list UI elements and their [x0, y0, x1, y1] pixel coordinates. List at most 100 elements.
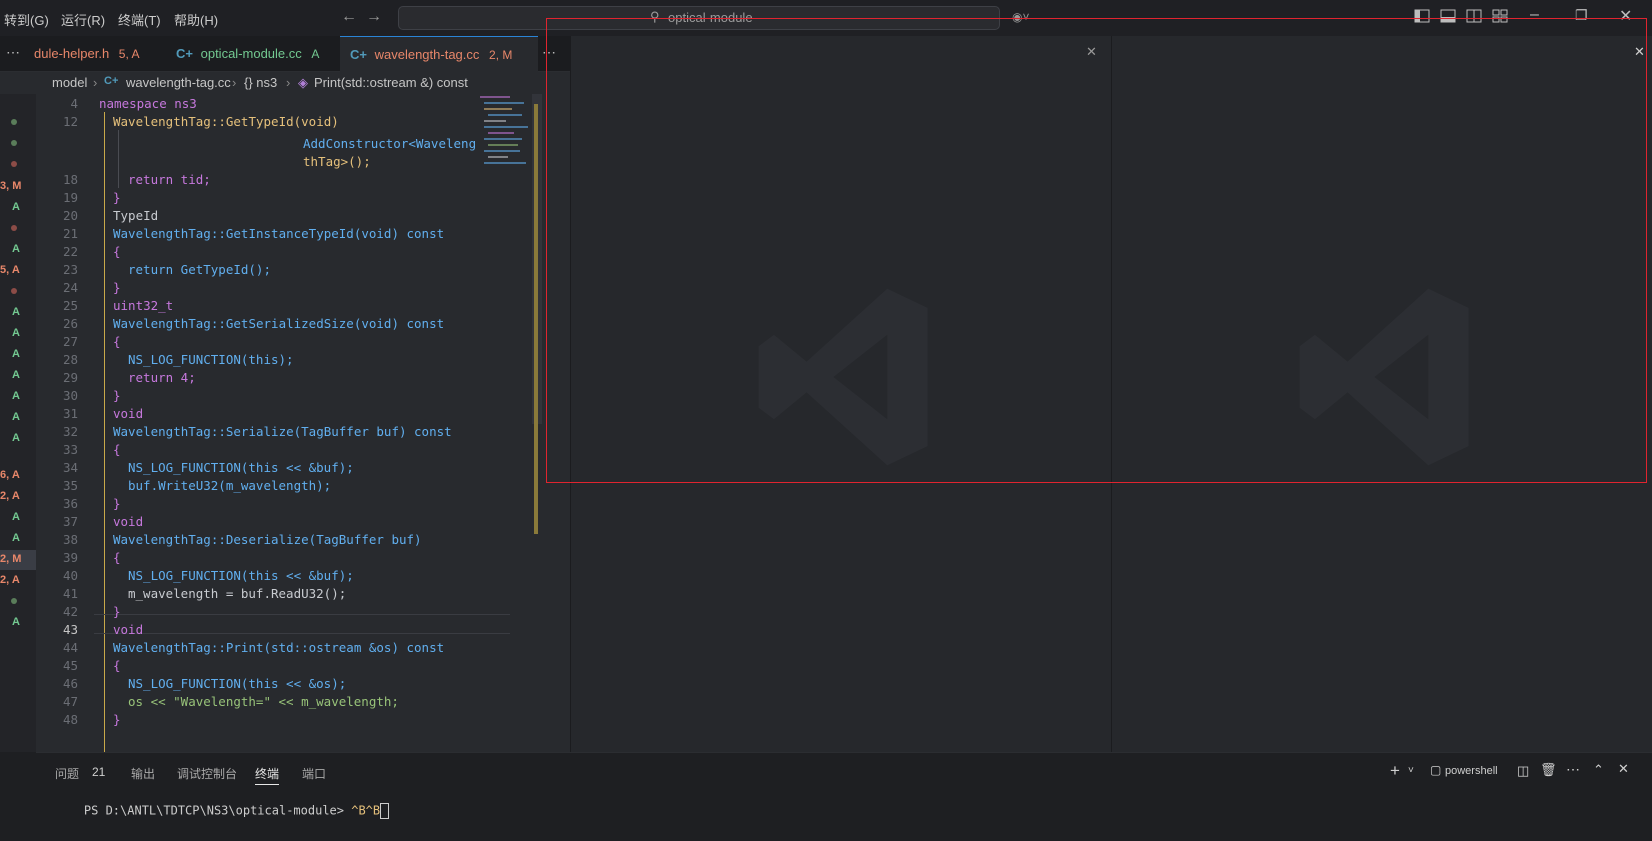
tab-wavelength-tag[interactable]: C+ wavelength-tag.cc 2, M [340, 36, 538, 72]
maximize-panel-icon[interactable]: ⌃ [1593, 762, 1604, 778]
minimize-icon[interactable]: – [1530, 6, 1539, 24]
forward-arrow-icon[interactable]: → [366, 8, 382, 26]
terminal-icon: ▢ [1430, 763, 1442, 777]
line-number: 36 [62, 496, 78, 511]
scm-mark: A [12, 616, 20, 628]
cpp-file-icon: C+ [350, 47, 367, 62]
line-number: 33 [62, 442, 78, 457]
scm-mark: A [12, 201, 20, 213]
tab-badge: A [311, 47, 320, 61]
menu-terminal[interactable]: 终端(T) [118, 10, 161, 29]
toggle-secondary-sidebar-icon[interactable] [1466, 9, 1482, 23]
line-number: 41 [62, 586, 78, 601]
tab-dule-helper[interactable]: dule-helper.h 5, A [26, 36, 166, 71]
copilot-icon[interactable]: ◉˅ [1012, 10, 1029, 24]
tab-actions-icon[interactable]: ⋯ [542, 44, 556, 61]
restore-icon[interactable]: ❐ [1575, 7, 1588, 24]
breadcrumb-symbol[interactable]: Print(std::ostream &) const [314, 75, 468, 90]
vscode-watermark-icon [1299, 288, 1469, 466]
scm-mark: 5, A [0, 264, 20, 276]
chevron-down-icon[interactable]: ˅ [1408, 765, 1414, 776]
code-editor[interactable]: 4 namespace ns3 12 WavelengthTag::GetTyp… [36, 94, 570, 752]
line-number: 38 [62, 532, 78, 547]
line-number: 40 [62, 568, 78, 583]
line-number: 24 [62, 280, 78, 295]
minimap[interactable] [476, 94, 538, 264]
terminal-shell-name[interactable]: powershell [1445, 765, 1498, 777]
more-actions-icon[interactable]: ⋯ [1566, 761, 1580, 778]
menu-run[interactable]: 运行(R) [61, 10, 105, 29]
line-number: 42 [62, 604, 78, 619]
close-panel-icon[interactable]: ✕ [1618, 761, 1629, 777]
line-number: 43 [62, 622, 78, 637]
new-terminal-icon[interactable]: + [1390, 761, 1400, 781]
editor-group-empty: ✕ [1111, 36, 1652, 752]
code-line: AddConstructor<Waveleng [303, 136, 477, 151]
toggle-panel-icon[interactable] [1440, 9, 1456, 23]
line-number: 47 [62, 694, 78, 709]
code-line: { [113, 658, 121, 673]
breadcrumb-folder[interactable]: model [52, 75, 87, 90]
chevron-right-icon: › [93, 75, 98, 90]
editor-tab-bar: ⋯ dule-helper.h 5, A C+ optical-module.c… [0, 36, 570, 72]
scm-mark: A [12, 511, 20, 523]
close-group-icon[interactable]: ✕ [1086, 44, 1097, 60]
line-number: 34 [62, 460, 78, 475]
cpp-file-icon: C+ [176, 46, 193, 61]
code-line: WavelengthTag::GetInstanceTypeId(void) c… [113, 226, 445, 241]
scm-mark: A [12, 369, 20, 381]
code-line: thTag>(); [303, 154, 371, 169]
line-number: 21 [62, 226, 78, 241]
problems-count-badge: 21 [92, 765, 106, 779]
toggle-sidebar-icon[interactable] [1414, 9, 1430, 23]
menu-goto[interactable]: 转到(G) [4, 10, 49, 29]
line-number: 28 [62, 352, 78, 367]
code-line: WavelengthTag::Deserialize(TagBuffer buf… [113, 532, 422, 547]
code-line: NS_LOG_FUNCTION(this << &os); [128, 676, 347, 691]
line-number: 20 [62, 208, 78, 223]
indent-guide [118, 130, 119, 188]
code-line: } [113, 496, 121, 511]
line-number: 48 [62, 712, 78, 727]
tab-terminal[interactable]: 终端 [255, 765, 280, 785]
more-tabs-icon[interactable]: ⋯ [6, 44, 20, 61]
line-number: 30 [62, 388, 78, 403]
code-line: return tid; [128, 172, 211, 187]
chevron-right-icon: › [286, 75, 291, 90]
code-line: namespace ns3 [99, 96, 197, 111]
tab-debug-console[interactable]: 调试控制台 [177, 765, 237, 782]
breadcrumb-file[interactable]: wavelength-tag.cc [126, 75, 231, 90]
scm-mark: A [12, 348, 20, 360]
method-icon: ◈ [298, 75, 308, 90]
tab-label: wavelength-tag.cc [374, 47, 480, 62]
code-line: WavelengthTag::Serialize(TagBuffer buf) … [113, 424, 452, 439]
customize-layout-icon[interactable] [1492, 9, 1508, 23]
chevron-right-icon: › [232, 75, 237, 90]
scm-mark: A [12, 327, 20, 339]
tab-problems[interactable]: 问题 [55, 765, 79, 782]
code-line: m_wavelength = buf.ReadU32(); [128, 586, 347, 601]
code-line: } [113, 712, 121, 727]
close-window-icon[interactable]: ✕ [1619, 6, 1632, 26]
menu-help[interactable]: 帮助(H) [174, 10, 218, 29]
trash-icon[interactable]: 🗑 [1540, 762, 1557, 778]
scm-mark: 6, A [0, 469, 20, 481]
close-group-icon[interactable]: ✕ [1634, 44, 1645, 60]
scm-dot [11, 161, 17, 167]
tab-label: optical-module.cc [200, 46, 302, 61]
scm-mark: A [12, 243, 20, 255]
breadcrumb-namespace[interactable]: {} ns3 [244, 75, 277, 90]
line-number: 32 [62, 424, 78, 439]
scm-mark: 2, M [0, 553, 22, 565]
tab-ports[interactable]: 端口 [302, 765, 326, 782]
code-line: { [113, 442, 121, 457]
code-line: TypeId [113, 208, 159, 223]
tab-optical-module[interactable]: C+ optical-module.cc A [166, 36, 340, 71]
line-number: 4 [70, 96, 78, 111]
back-arrow-icon[interactable]: ← [341, 8, 357, 26]
terminal-output[interactable]: PS D:\ANTL\TDTCP\NS3\optical-module> ^B^… [55, 789, 390, 833]
tab-output[interactable]: 输出 [131, 765, 155, 782]
split-terminal-icon[interactable]: ◫ [1517, 763, 1529, 779]
code-line: void [113, 514, 144, 529]
line-number: 29 [62, 370, 78, 385]
